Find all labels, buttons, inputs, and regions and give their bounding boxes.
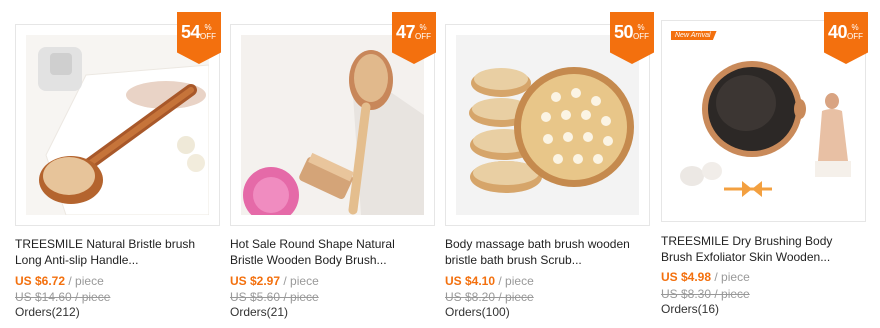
discount-value: 40 — [828, 22, 848, 42]
order-count: Orders(21) — [230, 305, 289, 319]
product-price: US $2.97 / piece — [230, 274, 319, 288]
product-price: US $4.10 / piece — [445, 274, 534, 288]
original-price: US $14.60 / piece — [15, 290, 111, 304]
discount-unit: % OFF — [415, 23, 431, 41]
product-title[interactable]: TREESMILE Natural Bristle brush Long Ant… — [15, 236, 220, 268]
discount-value: 54 — [181, 22, 201, 42]
product-card[interactable]: 50 % OFF Body massage bath brush wooden b… — [445, 0, 654, 328]
discount-unit: % OFF — [633, 23, 649, 41]
product-photo — [26, 35, 209, 215]
discount-value: 47 — [396, 22, 416, 42]
order-count: Orders(16) — [661, 302, 720, 316]
original-price: US $8.30 / piece — [661, 287, 750, 301]
original-price: US $5.60 / piece — [230, 290, 319, 304]
product-photo — [241, 35, 424, 215]
product-title[interactable]: Body massage bath brush wooden bristle b… — [445, 236, 650, 268]
discount-value: 50 — [614, 22, 634, 42]
product-price: US $4.98 / piece — [661, 270, 750, 284]
discount-unit: % OFF — [847, 23, 863, 41]
product-title[interactable]: Hot Sale Round Shape Natural Bristle Woo… — [230, 236, 435, 268]
original-price: US $8.20 / piece — [445, 290, 534, 304]
order-count: Orders(212) — [15, 305, 80, 319]
order-count: Orders(100) — [445, 305, 510, 319]
product-title[interactable]: TREESMILE Dry Brushing Body Brush Exfoli… — [661, 233, 866, 265]
product-card[interactable]: 54 % OFF TREESMILE Natural Bristle brush … — [15, 0, 221, 328]
product-card[interactable]: 47 % OFF Hot Sale Round Shape Natural Bri… — [230, 0, 436, 328]
discount-unit: % OFF — [200, 23, 216, 41]
product-card[interactable]: New Arrival 40 % OFF TREESMILE Dry Brushi… — [661, 0, 868, 328]
product-photo — [672, 31, 855, 211]
product-price: US $6.72 / piece — [15, 274, 104, 288]
new-arrival-tag: New Arrival — [671, 31, 717, 40]
product-photo — [456, 35, 639, 215]
